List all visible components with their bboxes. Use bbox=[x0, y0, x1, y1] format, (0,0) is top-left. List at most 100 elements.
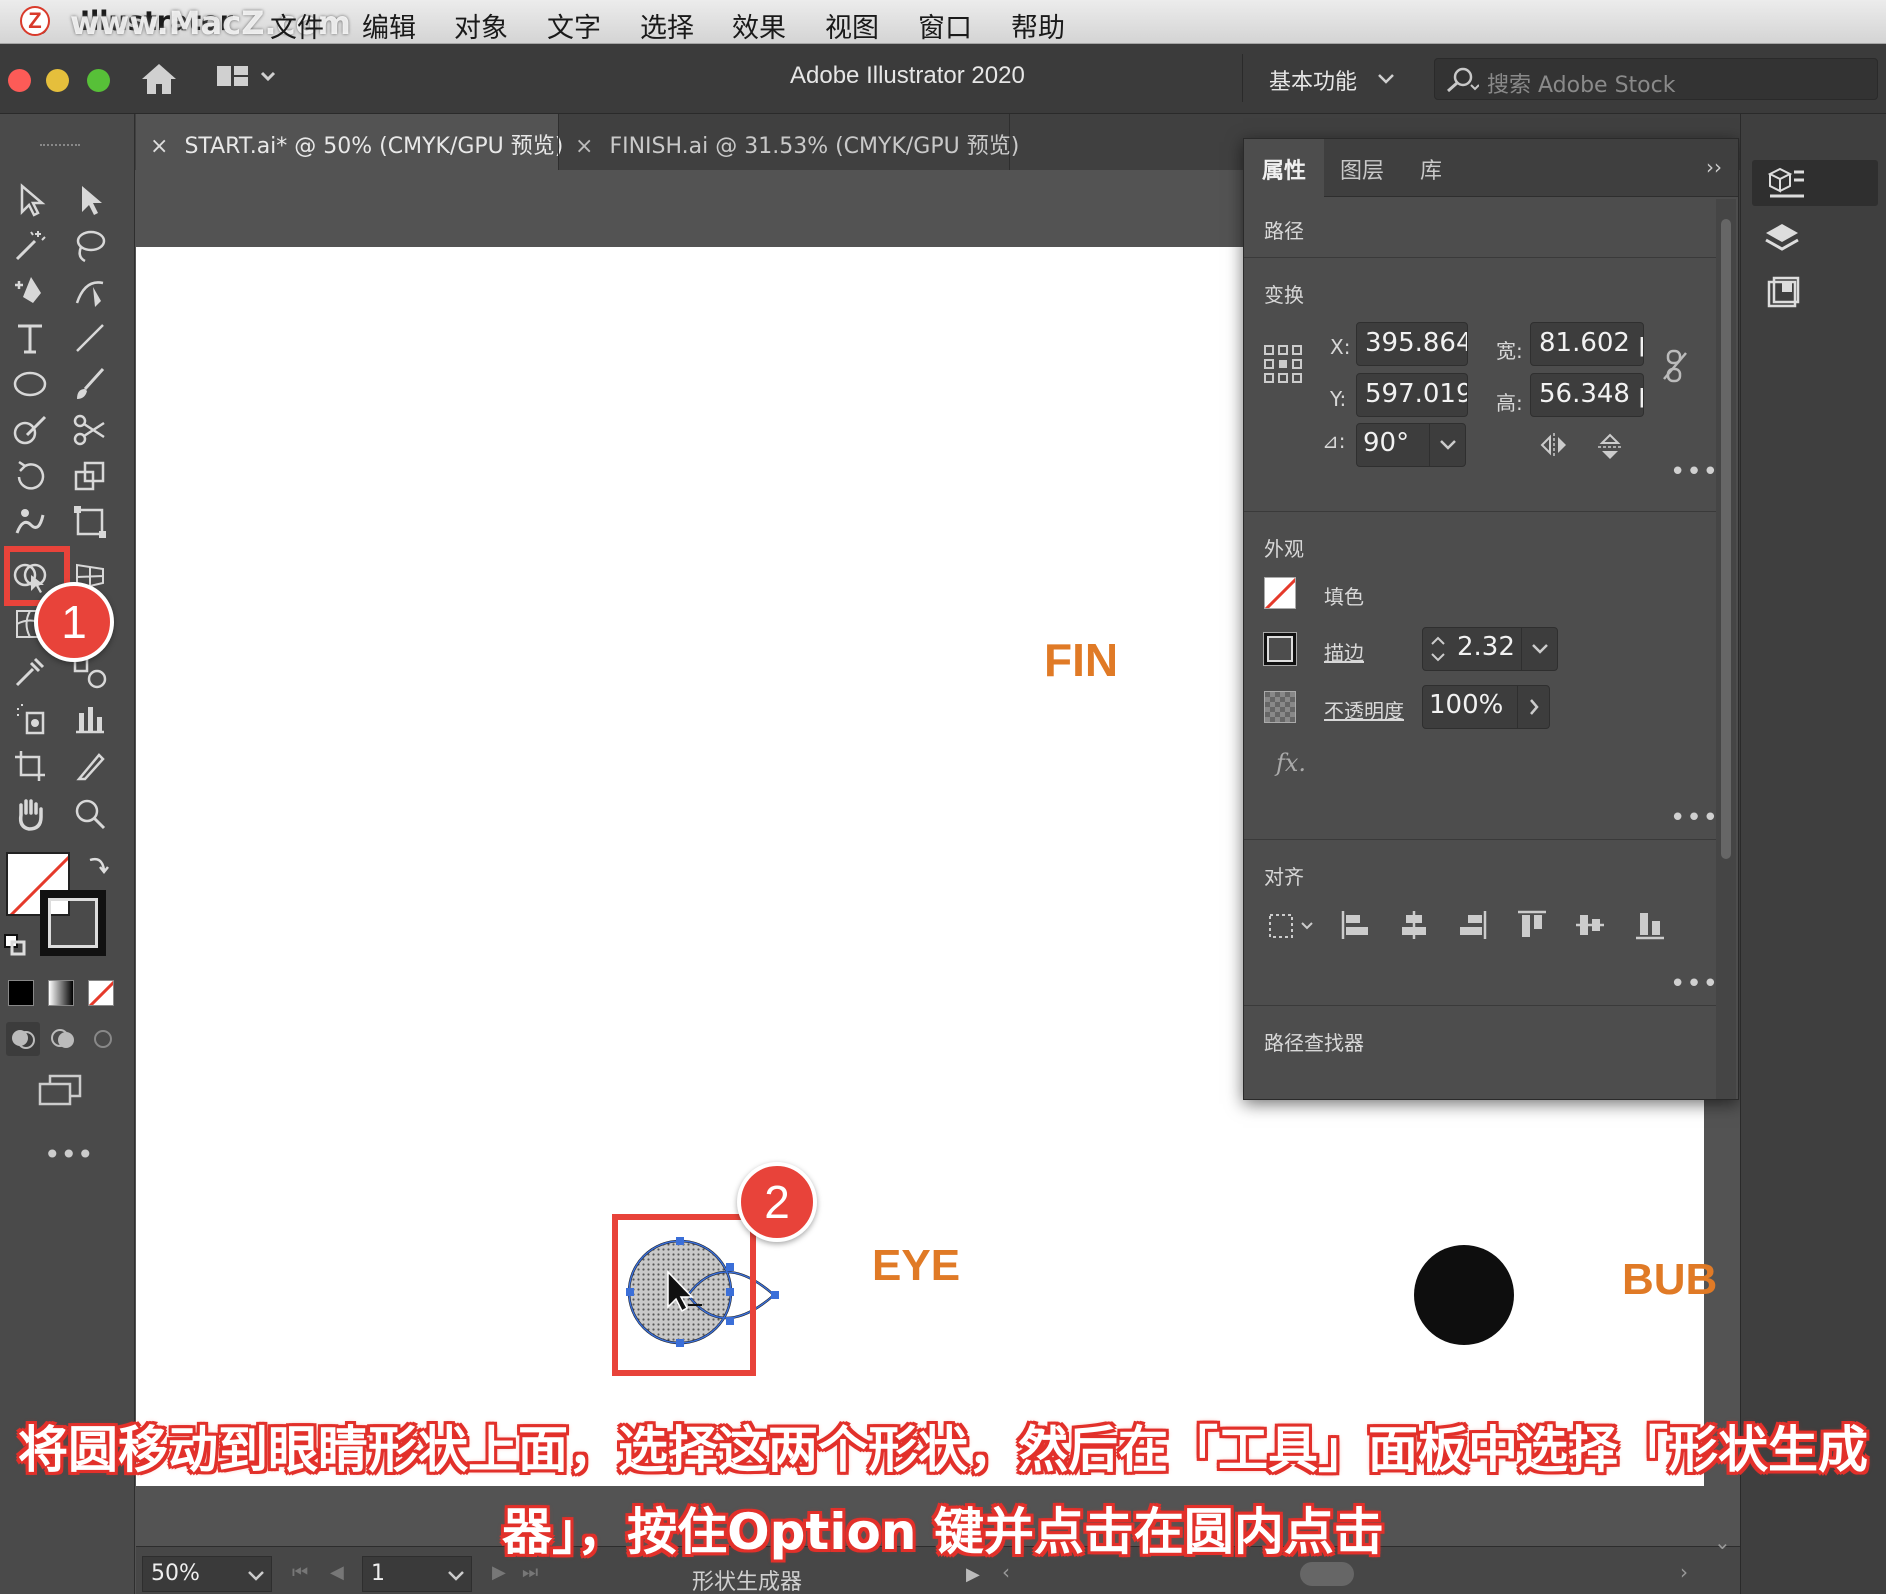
appearance-more-options-icon[interactable]: ••• bbox=[1670, 803, 1719, 833]
first-artboard-icon[interactable]: ⏮ bbox=[292, 1562, 308, 1583]
menu-file[interactable]: 文件 bbox=[270, 6, 324, 45]
align-left-icon[interactable] bbox=[1340, 909, 1372, 945]
edit-toolbar-more-icon[interactable]: ••• bbox=[44, 1138, 94, 1171]
menu-type[interactable]: 文字 bbox=[547, 6, 601, 45]
stroke-weight-field[interactable]: 2.32 bbox=[1422, 627, 1558, 671]
hand-tool-icon[interactable] bbox=[8, 794, 52, 834]
menu-view[interactable]: 视图 bbox=[825, 6, 879, 45]
direct-selection-tool-icon[interactable] bbox=[68, 180, 112, 220]
workspace-switcher[interactable]: 基本功能 bbox=[1242, 54, 1402, 102]
tab-layers[interactable]: 图层 bbox=[1340, 153, 1384, 185]
artboard-tool-icon[interactable] bbox=[8, 746, 52, 786]
eyedropper-tool-icon[interactable] bbox=[8, 652, 52, 692]
stock-search-field[interactable]: 搜索 Adobe Stock bbox=[1434, 58, 1878, 100]
dock-libraries-icon[interactable] bbox=[1766, 276, 1800, 314]
tab-properties[interactable]: 属性 bbox=[1262, 153, 1306, 185]
menu-help[interactable]: 帮助 bbox=[1011, 6, 1065, 45]
zoom-tool-icon[interactable] bbox=[68, 794, 112, 834]
panel-scrollbar-thumb[interactable] bbox=[1721, 219, 1731, 859]
opacity-label[interactable]: 不透明度 bbox=[1324, 695, 1404, 724]
stroke-swatch-small[interactable] bbox=[1264, 633, 1296, 665]
minimize-window-button[interactable] bbox=[46, 69, 69, 92]
dock-layers-icon[interactable] bbox=[1764, 222, 1800, 260]
stepper-icon[interactable] bbox=[1427, 630, 1449, 670]
flip-horizontal-icon[interactable] bbox=[1538, 431, 1570, 463]
slice-tool-icon[interactable] bbox=[68, 746, 112, 786]
opacity-field[interactable]: 100% bbox=[1422, 685, 1550, 729]
none-mode-icon[interactable] bbox=[88, 980, 114, 1006]
draw-behind-icon[interactable] bbox=[46, 1022, 80, 1056]
puppet-warp-tool-icon[interactable] bbox=[8, 502, 52, 542]
chevron-down-icon[interactable] bbox=[1429, 424, 1465, 466]
panel-grip[interactable] bbox=[40, 144, 80, 150]
transform-more-options-icon[interactable]: ••• bbox=[1670, 457, 1719, 487]
stroke-swatch[interactable] bbox=[40, 890, 106, 956]
tab-start-doc[interactable]: × START.ai* @ 50% (CMYK/GPU 预览) bbox=[136, 114, 563, 170]
align-right-icon[interactable] bbox=[1456, 909, 1488, 945]
column-graph-tool-icon[interactable] bbox=[68, 698, 112, 738]
black-circle-shape[interactable] bbox=[1414, 1245, 1514, 1345]
type-tool-icon[interactable] bbox=[8, 318, 52, 358]
align-bottom-icon[interactable] bbox=[1634, 909, 1666, 945]
align-vertical-center-icon[interactable] bbox=[1574, 909, 1606, 945]
ellipse-tool-icon[interactable] bbox=[8, 364, 52, 404]
pen-tool-icon[interactable] bbox=[8, 272, 52, 312]
status-menu-icon[interactable]: ▶ bbox=[966, 1564, 980, 1585]
scissors-tool-icon[interactable] bbox=[68, 410, 112, 450]
align-more-options-icon[interactable]: ••• bbox=[1670, 969, 1719, 999]
home-icon[interactable] bbox=[140, 62, 178, 100]
menu-object[interactable]: 对象 bbox=[454, 6, 508, 45]
draw-inside-icon[interactable] bbox=[86, 1022, 120, 1056]
flip-vertical-icon[interactable] bbox=[1596, 431, 1624, 467]
close-tab-icon[interactable]: × bbox=[150, 134, 168, 159]
zoom-window-button[interactable] bbox=[87, 69, 110, 92]
dock-properties-icon[interactable] bbox=[1752, 160, 1878, 206]
magic-wand-tool-icon[interactable] bbox=[8, 226, 52, 266]
width-field[interactable]: 81.602 p bbox=[1530, 322, 1644, 366]
previous-artboard-icon[interactable]: ◀ bbox=[330, 1562, 344, 1583]
rotate-angle-field[interactable]: 90° bbox=[1356, 423, 1466, 467]
paintbrush-tool-icon[interactable] bbox=[68, 364, 112, 404]
tab-libraries[interactable]: 库 bbox=[1420, 153, 1442, 185]
horizontal-scrollbar[interactable]: ‹ › bbox=[1000, 1560, 1700, 1588]
x-position-field[interactable]: 395.864 bbox=[1356, 322, 1468, 366]
reference-point-icon[interactable] bbox=[1264, 345, 1302, 387]
swap-fill-stroke-icon[interactable] bbox=[86, 852, 110, 880]
scrollbar-thumb[interactable] bbox=[1300, 1562, 1354, 1586]
stroke-label[interactable]: 描边 bbox=[1324, 637, 1364, 666]
constrain-proportions-icon[interactable] bbox=[1660, 349, 1690, 387]
fill-none-swatch[interactable] bbox=[1264, 577, 1296, 609]
tab-finish-doc[interactable]: × FINISH.ai @ 31.53% (CMYK/GPU 预览) bbox=[558, 114, 1019, 170]
draw-normal-icon[interactable] bbox=[6, 1022, 40, 1056]
align-to-selection-icon[interactable] bbox=[1268, 911, 1318, 945]
close-window-button[interactable] bbox=[8, 69, 31, 92]
menu-select[interactable]: 选择 bbox=[640, 6, 694, 45]
rotate-tool-icon[interactable] bbox=[8, 456, 52, 496]
y-position-field[interactable]: 597.019 bbox=[1356, 373, 1468, 417]
scale-tool-icon[interactable] bbox=[68, 456, 112, 496]
chevron-down-icon[interactable] bbox=[1521, 628, 1557, 670]
align-top-icon[interactable] bbox=[1516, 909, 1548, 945]
lasso-tool-icon[interactable] bbox=[68, 226, 112, 266]
gradient-mode-icon[interactable] bbox=[48, 980, 74, 1006]
align-horizontal-center-icon[interactable] bbox=[1398, 909, 1430, 945]
free-transform-tool-icon[interactable] bbox=[68, 502, 112, 542]
menu-edit[interactable]: 编辑 bbox=[362, 6, 416, 45]
chevron-right-icon[interactable] bbox=[1517, 686, 1549, 728]
selection-tool-icon[interactable] bbox=[8, 180, 52, 220]
height-field[interactable]: 56.348 p bbox=[1530, 373, 1644, 417]
curvature-tool-icon[interactable] bbox=[68, 272, 112, 312]
shaper-tool-icon[interactable] bbox=[8, 410, 52, 450]
line-tool-icon[interactable] bbox=[68, 318, 112, 358]
panel-menu-icon[interactable]: ›› bbox=[1706, 155, 1722, 179]
symbol-sprayer-tool-icon[interactable] bbox=[8, 698, 52, 738]
default-fill-stroke-icon[interactable] bbox=[4, 934, 26, 960]
arrange-documents-icon[interactable] bbox=[216, 64, 278, 94]
last-artboard-icon[interactable]: ⏭ bbox=[522, 1562, 538, 1583]
effects-fx-button[interactable]: fx. bbox=[1276, 749, 1306, 777]
close-tab-icon[interactable]: × bbox=[575, 134, 593, 159]
screen-mode-icon[interactable] bbox=[38, 1074, 84, 1112]
next-artboard-icon[interactable]: ▶ bbox=[492, 1562, 506, 1583]
menu-window[interactable]: 窗口 bbox=[918, 6, 972, 45]
menu-effect[interactable]: 效果 bbox=[732, 6, 786, 45]
